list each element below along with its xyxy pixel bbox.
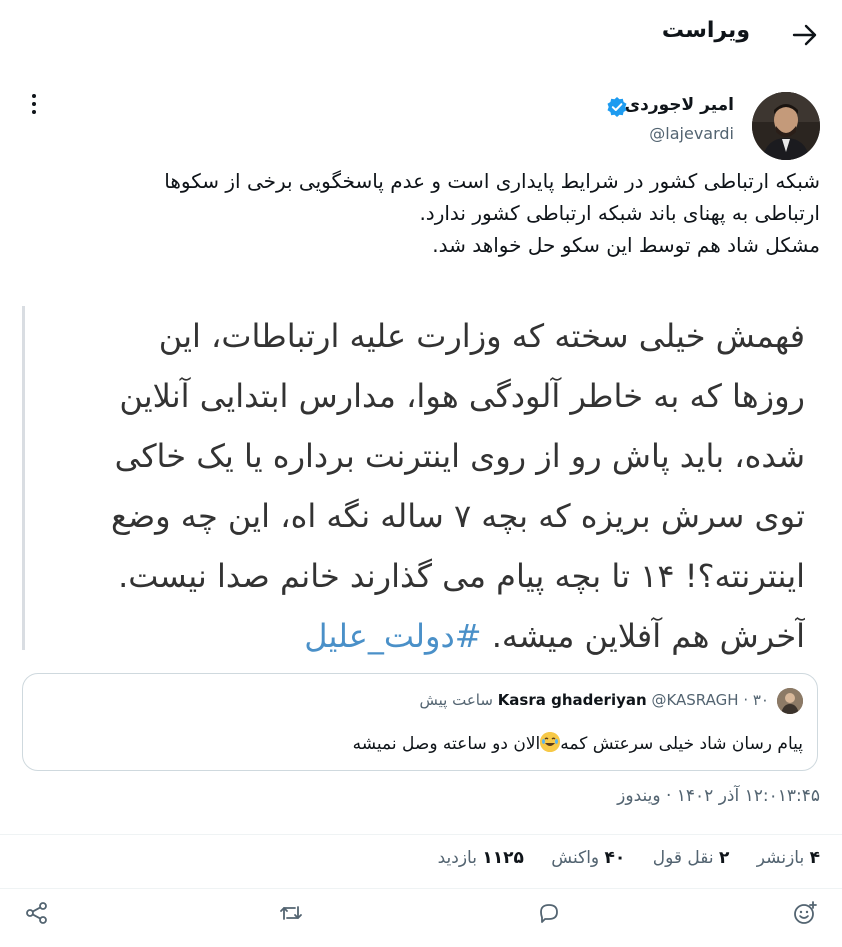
divider: [0, 888, 842, 889]
quoted-text-part: پیام رسان شاد خیلی سرعتش کمه: [560, 734, 803, 754]
reply-icon[interactable]: [536, 900, 562, 926]
stat-number: ۴۰: [604, 848, 626, 868]
tweet-stats: ۴ بازنشر ۲ نقل قول ۴۰ واکنش ۱۱۲۵ بازدید: [416, 848, 820, 868]
stat-number: ۴: [809, 848, 820, 868]
stat-label: نقل قول: [652, 848, 714, 868]
avatar[interactable]: [752, 92, 820, 160]
image-line: آخرش هم آفلاین میشه.: [491, 617, 805, 655]
share-icon[interactable]: [24, 900, 50, 926]
quoted-separator: ·: [743, 691, 749, 709]
author-name[interactable]: امیر لاجوردی: [625, 95, 734, 115]
stat-label: واکنش: [551, 848, 600, 868]
stat-label: بازنشر: [756, 848, 805, 868]
quoted-handle: @KASRAGH: [651, 691, 739, 709]
stat-number: ۱۱۲۵: [482, 848, 524, 868]
quoted-text: پیام رسان شاد خیلی سرعتش کمه الان دو ساعت…: [353, 732, 803, 754]
quoted-avatar-photo: [777, 688, 803, 714]
tweet-line: مشکل شاد هم توسط این سکو حل خواهد شد.: [432, 233, 820, 257]
avatar-photo: [752, 92, 820, 160]
tweet-timestamp[interactable]: ۱۲:۰۱۳:۴۵ آذر ۱۴۰۲ · ویندوز: [617, 786, 820, 806]
image-text: فهمش خیلی سخته که وزارت علیه ارتباطات، ا…: [35, 306, 805, 666]
arrow-right-icon[interactable]: [790, 20, 820, 50]
retweet-icon[interactable]: [278, 900, 304, 926]
hashtag: #دولت_علیل: [304, 617, 482, 655]
quoted-meta: Kasra ghaderiyan @KASRAGH · ۳۰ ساعت پیش: [420, 691, 770, 709]
author-handle[interactable]: @lajevardi: [649, 124, 734, 143]
stat-reactions[interactable]: ۴۰ واکنش: [551, 848, 625, 868]
quoted-name: Kasra ghaderiyan: [497, 691, 647, 709]
page-title: ویراست: [661, 18, 750, 43]
quoted-tweet[interactable]: Kasra ghaderiyan @KASRAGH · ۳۰ ساعت پیش …: [22, 673, 818, 771]
stat-number: ۲: [719, 848, 730, 868]
stat-views: ۱۱۲۵ بازدید: [438, 848, 524, 868]
laughing-emoji-icon: [540, 732, 561, 752]
image-line: شده، باید پاش رو از روی اینترنت برداره ی…: [114, 437, 805, 475]
tweet-line: شبکه ارتباطی کشور در شرایط پایداری است و…: [164, 169, 820, 193]
stat-label: بازدید: [437, 848, 477, 868]
quoted-text-part: الان دو ساعته وصل نمیشه: [352, 734, 541, 754]
image-line-last: آخرش هم آفلاین میشه. #دولت_علیل: [35, 606, 805, 666]
image-line: روزها که به خاطر آلودگی هوا، مدارس ابتدا…: [119, 377, 805, 415]
stat-retweets[interactable]: ۴ بازنشر: [757, 848, 820, 868]
action-bar: [0, 900, 842, 928]
top-bar: ویراست: [0, 0, 842, 72]
image-line: اینترنته؟! ۱۴ تا بچه پیام می گذارند خانم…: [118, 557, 805, 595]
more-options-icon[interactable]: [22, 92, 46, 116]
image-line: فهمش خیلی سخته که وزارت علیه ارتباطات، ا…: [158, 317, 805, 355]
tweet-image[interactable]: فهمش خیلی سخته که وزارت علیه ارتباطات، ا…: [22, 306, 823, 655]
add-reaction-icon[interactable]: [792, 900, 818, 926]
tweet-line: ارتباطی به پهنای باند شبکه ارتباطی کشور …: [419, 201, 820, 225]
quoted-avatar: [777, 688, 803, 714]
tweet-text: شبکه ارتباطی کشور در شرایط پایداری است و…: [40, 165, 820, 261]
stat-quotes[interactable]: ۲ نقل قول: [653, 848, 730, 868]
divider: [0, 834, 842, 835]
verified-badge-icon: [607, 97, 627, 117]
image-line: توی سرش بریزه که بچه ۷ ساله نگه اه، این …: [110, 497, 805, 535]
